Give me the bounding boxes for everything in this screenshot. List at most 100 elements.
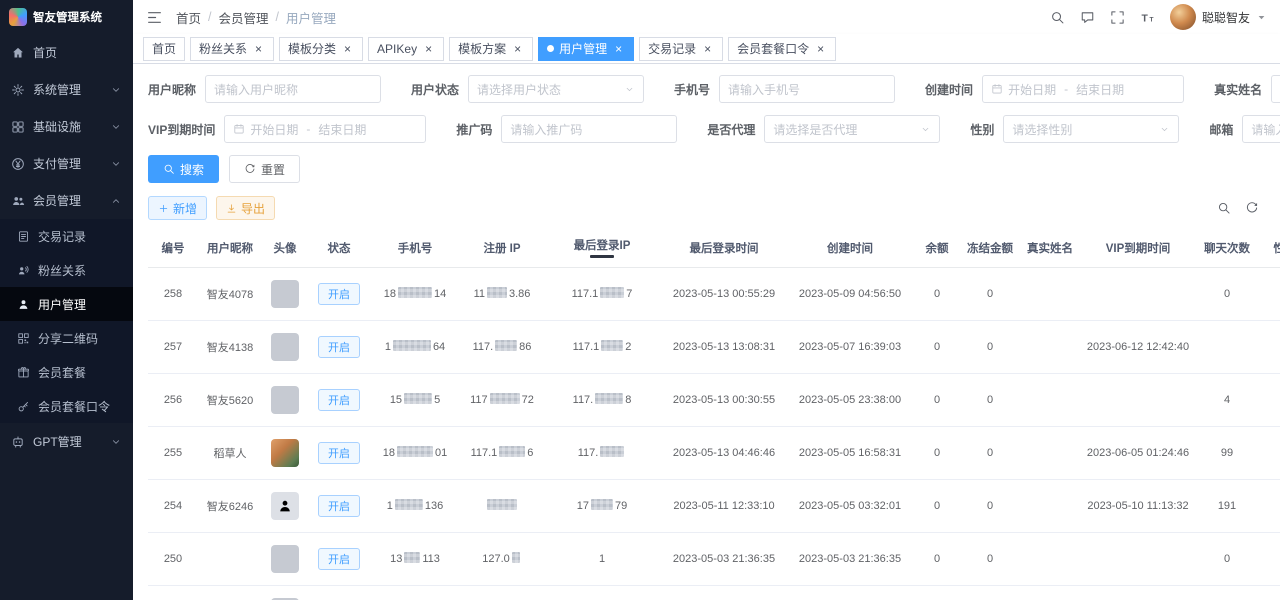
- phone-input[interactable]: 请输入手机号: [719, 75, 895, 103]
- message-icon[interactable]: [1080, 10, 1095, 25]
- plus-icon: [158, 203, 169, 214]
- cell-vip_expire: 2023-06-12 12:42:40: [1082, 320, 1194, 373]
- status-badge[interactable]: 开启: [318, 442, 360, 464]
- sidebar-subitem[interactable]: 分享二维码: [0, 321, 133, 355]
- real-name-input[interactable]: 请输入真实姓名: [1271, 75, 1280, 103]
- vip-expire-daterange[interactable]: 开始日期-结束日期: [224, 115, 426, 143]
- cell-id: 250: [148, 532, 198, 585]
- sidebar-item[interactable]: 首页: [0, 34, 133, 71]
- cell-reg_ip: 127.0: [460, 532, 544, 585]
- cell-balance: 0: [912, 479, 962, 532]
- avatar: [1170, 4, 1196, 30]
- cell-frozen: 0: [962, 479, 1018, 532]
- sidebar-subitem[interactable]: 粉丝关系: [0, 253, 133, 287]
- filter-field-nickname: 用户昵称请输入用户昵称: [148, 75, 381, 103]
- email-input[interactable]: 请输入邮箱: [1242, 115, 1280, 143]
- cell-last_login: 2023-05-13 13:08:31: [660, 320, 788, 373]
- sidebar-item[interactable]: GPT管理: [0, 423, 133, 460]
- column-header: 注册 IP: [460, 229, 544, 267]
- tab-close-icon[interactable]: ×: [422, 42, 435, 55]
- chevron-down-icon: [1159, 124, 1170, 135]
- active-tab-dot: [547, 45, 554, 52]
- end-date-placeholder: 结束日期: [1076, 81, 1124, 98]
- breadcrumb-item[interactable]: 会员管理: [219, 8, 269, 27]
- cell-vip_expire: [1082, 267, 1194, 320]
- export-button[interactable]: 导出: [216, 196, 275, 220]
- status-badge[interactable]: 开启: [318, 336, 360, 358]
- column-header: 状态: [308, 229, 370, 267]
- cell-vip_expire: 2023-05-10 11:13:32: [1082, 479, 1194, 532]
- sidebar-item[interactable]: 基础设施: [0, 108, 133, 145]
- nickname-input[interactable]: 请输入用户昵称: [205, 75, 381, 103]
- tab-close-icon[interactable]: ×: [511, 42, 524, 55]
- redacted-text-fragment: 1: [599, 553, 605, 565]
- app-logo[interactable]: 智友管理系统: [0, 0, 133, 34]
- cell-last_login: 2023-05-13 00:30:55: [660, 373, 788, 426]
- tab-close-icon[interactable]: ×: [252, 42, 265, 55]
- gender-select[interactable]: 请选择性别: [1003, 115, 1179, 143]
- cell-id: 249: [148, 585, 198, 600]
- tab-item[interactable]: 首页: [143, 37, 185, 61]
- create-time-daterange[interactable]: 开始日期-结束日期: [982, 75, 1184, 103]
- cell-avatar: [262, 532, 308, 585]
- redacted-text-fragment: 5: [434, 394, 440, 406]
- user-status-select[interactable]: 请选择用户状态: [468, 75, 644, 103]
- tab-item[interactable]: 模板方案×: [449, 37, 533, 61]
- sidebar-item[interactable]: 系统管理: [0, 71, 133, 108]
- toggle-search-icon[interactable]: [1217, 201, 1231, 215]
- tab-item[interactable]: 用户管理×: [538, 37, 634, 61]
- search-icon[interactable]: [1050, 10, 1065, 25]
- sidebar-subitem[interactable]: 交易记录: [0, 219, 133, 253]
- cell-last_ip: 117.: [544, 426, 660, 479]
- sidebar-item[interactable]: 会员管理: [0, 182, 133, 219]
- fullscreen-icon[interactable]: [1110, 10, 1125, 25]
- search-icon: [163, 163, 175, 175]
- promo-code-input[interactable]: 请输入推广码: [501, 115, 677, 143]
- redacted-text-fragment: 136: [425, 500, 443, 512]
- sidebar-subitem[interactable]: 会员套餐: [0, 355, 133, 389]
- filter-label: 创建时间: [925, 81, 973, 98]
- status-badge[interactable]: 开启: [318, 548, 360, 570]
- redacted-text-fragment: 86: [519, 341, 531, 353]
- svg-text:T: T: [1150, 16, 1154, 23]
- status-badge[interactable]: 开启: [318, 495, 360, 517]
- redacted-text-fragment: 117.1: [471, 447, 498, 459]
- tab-item[interactable]: APIKey×: [368, 37, 444, 61]
- redacted-text-fragment: 14: [434, 288, 446, 300]
- cell-balance: 0: [912, 373, 962, 426]
- tab-item[interactable]: 会员套餐口令×: [728, 37, 836, 61]
- tab-close-icon[interactable]: ×: [814, 42, 827, 55]
- tab-close-icon[interactable]: ×: [612, 42, 625, 55]
- redacted-text-fragment: 01: [435, 447, 447, 459]
- sidebar-subitem[interactable]: 会员套餐口令: [0, 389, 133, 423]
- status-badge[interactable]: 开启: [318, 389, 360, 411]
- tab-close-icon[interactable]: ×: [701, 42, 714, 55]
- user-menu[interactable]: 聪聪智友: [1170, 4, 1267, 30]
- cell-balance: 0: [912, 585, 962, 600]
- calendar-icon: [233, 123, 245, 135]
- sidebar-item[interactable]: 支付管理: [0, 145, 133, 182]
- refresh-table-icon[interactable]: [1245, 201, 1259, 215]
- reset-button[interactable]: 重置: [229, 155, 300, 183]
- add-button[interactable]: 新增: [148, 196, 207, 220]
- tab-close-icon[interactable]: ×: [341, 42, 354, 55]
- text-size-icon[interactable]: TT: [1140, 10, 1155, 25]
- breadcrumb-item[interactable]: 首页: [176, 8, 201, 27]
- column-header[interactable]: 最后登录IP: [544, 229, 660, 267]
- column-header-label: 编号: [162, 243, 185, 255]
- tab-item[interactable]: 模板分类×: [279, 37, 363, 61]
- tab-item[interactable]: 交易记录×: [639, 37, 723, 61]
- sidebar-item-label: 用户管理: [38, 296, 86, 313]
- status-badge[interactable]: 开启: [318, 283, 360, 305]
- cell-real_name: [1018, 585, 1082, 600]
- table-row: 256智友5620开启15511772117.82023-05-13 00:30…: [148, 373, 1280, 426]
- search-button[interactable]: 搜索: [148, 155, 219, 183]
- cell-created: 2023-05-07 16:39:03: [788, 320, 912, 373]
- sidebar-subitem[interactable]: 用户管理: [0, 287, 133, 321]
- column-header-label: VIP到期时间: [1106, 243, 1171, 255]
- cell-reg_ip: 12: [460, 585, 544, 600]
- filter-field-promo-code: 推广码请输入推广码: [456, 115, 677, 143]
- tab-item[interactable]: 粉丝关系×: [190, 37, 274, 61]
- is-agent-select[interactable]: 请选择是否代理: [764, 115, 940, 143]
- sidebar-toggle-icon[interactable]: [146, 9, 163, 26]
